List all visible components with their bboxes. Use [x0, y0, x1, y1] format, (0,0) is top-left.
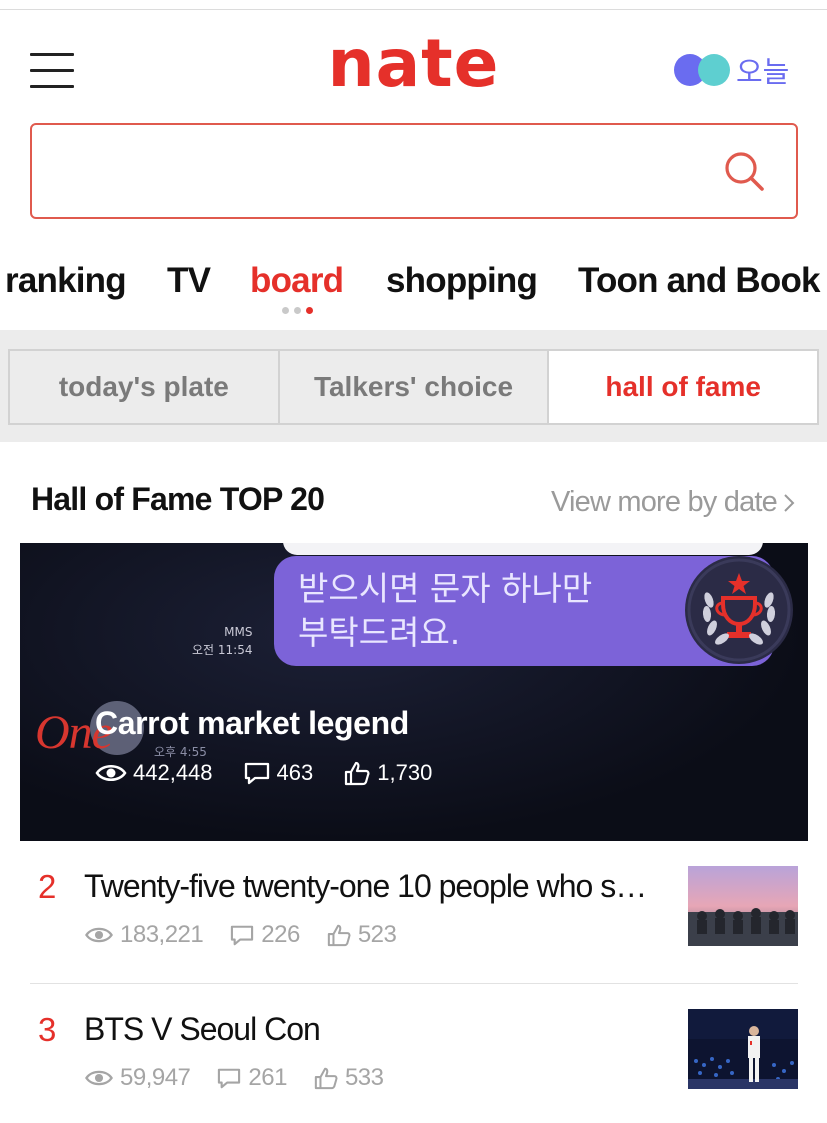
nav-shopping[interactable]: shopping	[386, 261, 538, 301]
tab-talkers-choice[interactable]: Talkers' choice	[280, 351, 550, 423]
tab-hall-of-fame[interactable]: hall of fame	[549, 351, 818, 423]
views-stat: 59,947	[84, 1064, 191, 1092]
list-item[interactable]: 2 Twenty-five twenty-one 10 people who s…	[30, 846, 798, 968]
header: nate 오늘	[0, 10, 827, 120]
item-stats: 59,947 261 533	[84, 1064, 410, 1092]
chat-time: 오후 4:55	[154, 745, 207, 759]
view-more-label: View more by date	[550, 486, 778, 518]
nav-toon-and-book[interactable]: Toon and Book	[578, 261, 821, 301]
item-title: BTS V Seoul Con	[84, 1011, 321, 1047]
views-count: 183,221	[120, 921, 204, 948]
trophy-badge-icon	[685, 556, 793, 664]
views-stat: 183,221	[84, 921, 204, 949]
today-label: 오늘	[736, 55, 790, 89]
likes-count: 1,730	[377, 760, 433, 785]
thumbs-up-icon	[314, 1067, 338, 1090]
item-stats: 183,221 226 523	[84, 921, 422, 949]
likes-stat: 523	[326, 921, 397, 949]
comments-stat: 463	[243, 760, 314, 786]
chevron-right-icon	[784, 493, 795, 512]
today-dot-icon	[698, 54, 730, 86]
comment-icon	[231, 925, 254, 946]
view-more-link[interactable]: View more by date	[551, 486, 795, 519]
featured-post-card[interactable]: MMS 오전 11:54 받으시면 문자 하나만 부탁드려요. 오후 4:55	[20, 543, 808, 841]
thumbs-up-icon	[327, 924, 351, 947]
eye-icon	[95, 765, 127, 781]
comment-icon	[244, 762, 269, 785]
chat-bubble-partial	[283, 543, 763, 555]
chat-text-line: 부탁드려요.	[298, 613, 461, 652]
nate-logo[interactable]: nate	[300, 24, 527, 104]
board-tabs-area: today's plate Talkers' choice hall of fa…	[0, 330, 827, 442]
search-button[interactable]	[722, 149, 768, 195]
item-rank: 3	[38, 1011, 57, 1048]
list-divider	[30, 983, 798, 984]
views-count: 442,448	[133, 760, 213, 785]
item-thumbnail	[688, 1009, 798, 1089]
search-input[interactable]	[50, 145, 710, 197]
nav-page-indicator	[282, 307, 313, 314]
likes-stat: 1,730	[343, 760, 432, 786]
eye-icon	[85, 1070, 113, 1086]
menu-icon[interactable]	[30, 53, 74, 89]
thumbs-up-icon	[345, 761, 370, 786]
views-count: 59,947	[120, 1064, 191, 1091]
item-rank: 2	[38, 868, 57, 905]
eye-icon	[85, 927, 113, 943]
nav-tv[interactable]: TV	[167, 261, 211, 301]
comments-stat: 261	[216, 1064, 287, 1092]
views-stat: 442,448	[95, 760, 213, 786]
item-thumbnail	[688, 866, 798, 946]
featured-title: Carrot market legend	[95, 705, 409, 741]
featured-stats: 442,448 463 1,730	[95, 760, 462, 786]
likes-count: 533	[344, 1064, 384, 1091]
category-nav: ranking TV board shopping Toon and Book	[0, 255, 827, 325]
list-item[interactable]: 3 BTS V Seoul Con 59,947 261 533	[30, 989, 798, 1111]
nav-board[interactable]: board	[250, 261, 344, 301]
today-button[interactable]: 오늘	[674, 52, 790, 89]
board-tabs: today's plate Talkers' choice hall of fa…	[8, 349, 819, 425]
search-bar	[30, 123, 798, 219]
comments-count: 261	[248, 1064, 287, 1091]
nav-ranking[interactable]: ranking	[5, 261, 127, 301]
search-icon	[725, 152, 764, 191]
likes-count: 523	[357, 921, 397, 948]
likes-stat: 533	[313, 1064, 384, 1092]
comment-icon	[218, 1068, 241, 1089]
section-title: Hall of Fame TOP 20	[31, 481, 325, 517]
item-title: Twenty-five twenty-one 10 people who s…	[84, 868, 647, 904]
comments-stat: 226	[229, 921, 300, 949]
chat-meta: MMS 오전 11:54	[192, 625, 253, 657]
chat-text-line: 받으시면 문자 하나만	[298, 569, 593, 608]
comments-count: 463	[276, 760, 314, 785]
comments-count: 226	[261, 921, 300, 948]
tab-todays-plate[interactable]: today's plate	[10, 351, 280, 423]
